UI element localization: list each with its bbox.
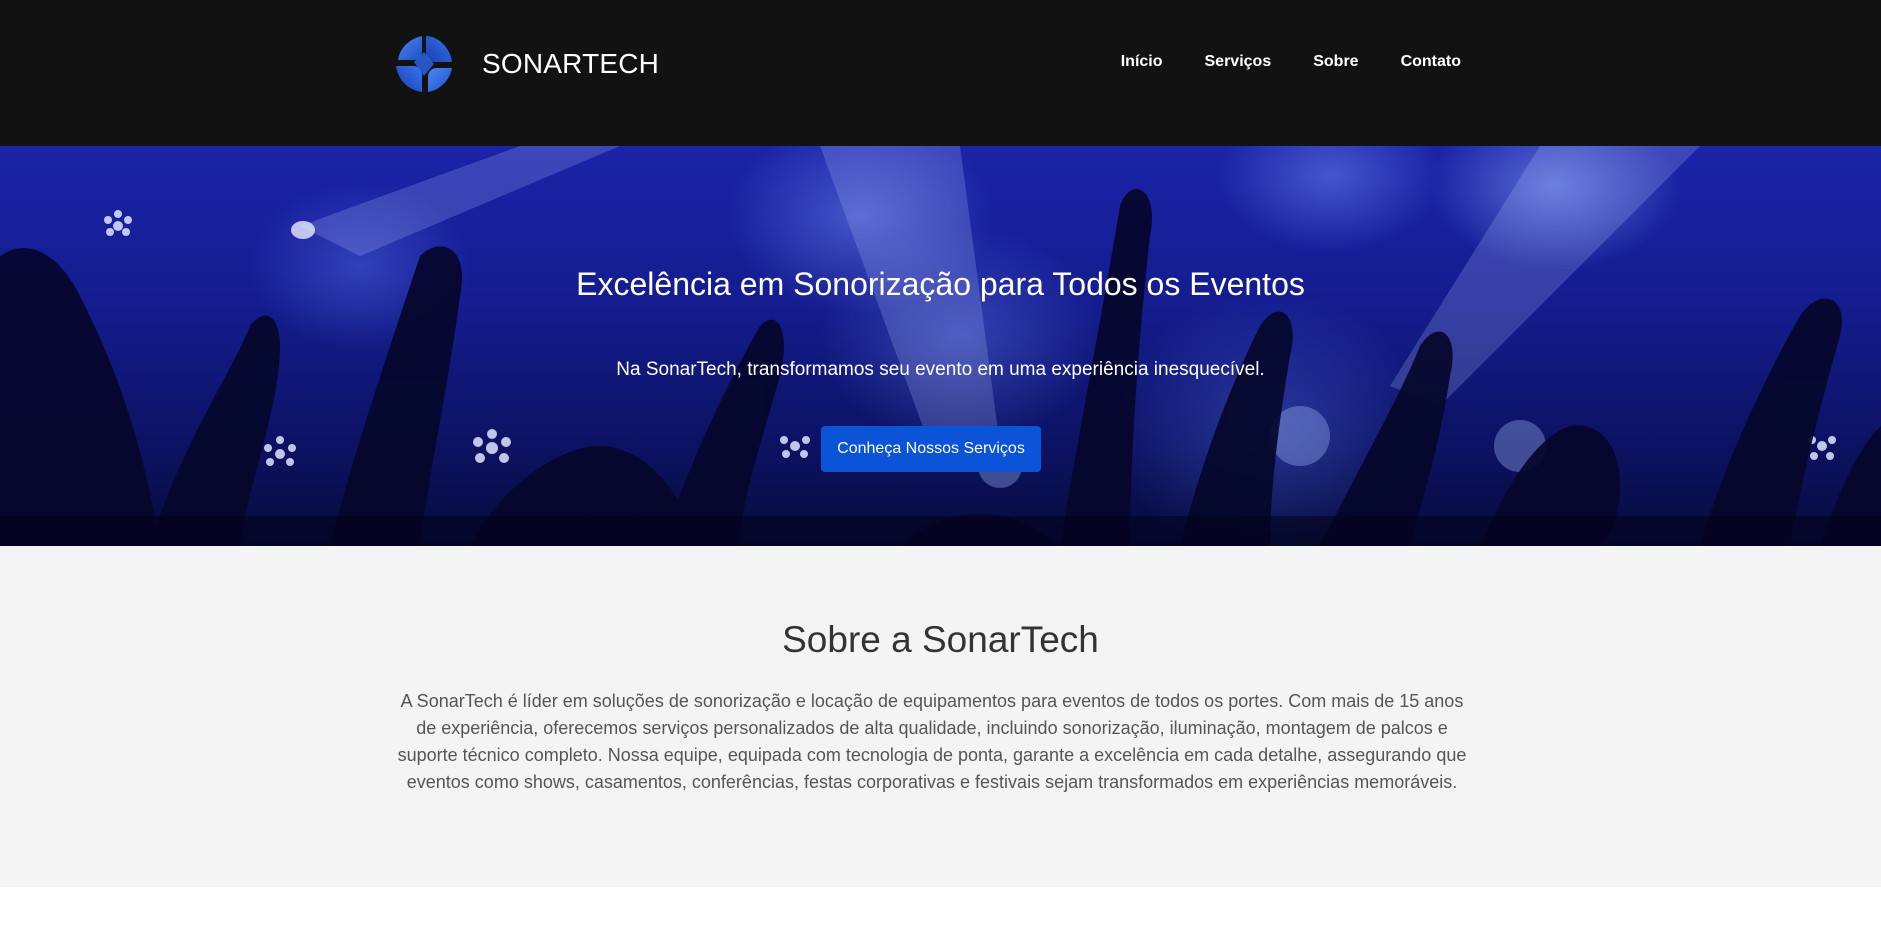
site-header: SONARTECH Início Serviços Sobre Contato (0, 0, 1881, 146)
services-cta-button[interactable]: Conheça Nossos Serviços (821, 426, 1041, 472)
hero-subtitle: Na SonarTech, transformamos seu evento e… (616, 359, 1265, 380)
nav-link-inicio[interactable]: Início (1121, 53, 1163, 71)
about-text: A SonarTech é líder em soluções de sonor… (397, 691, 1467, 792)
brand-link[interactable]: SONARTECH (392, 32, 659, 96)
hero-background-image (0, 146, 1881, 546)
brand-name: SONARTECH (482, 48, 660, 79)
hero-title: Excelência em Sonorização para Todos os … (576, 266, 1305, 302)
about-section: Sobre a SonarTech A SonarTech é líder em… (0, 546, 1881, 887)
hero-section: Excelência em Sonorização para Todos os … (0, 146, 1881, 546)
nav-link-sobre[interactable]: Sobre (1313, 53, 1358, 71)
main-nav: Início Serviços Sobre Contato (1121, 53, 1461, 71)
about-title: Sobre a SonarTech (782, 619, 1099, 660)
page-bottom-area (0, 887, 1881, 947)
sonartech-logo-icon (396, 36, 452, 92)
nav-link-servicos[interactable]: Serviços (1205, 53, 1272, 71)
nav-link-contato[interactable]: Contato (1401, 53, 1461, 71)
